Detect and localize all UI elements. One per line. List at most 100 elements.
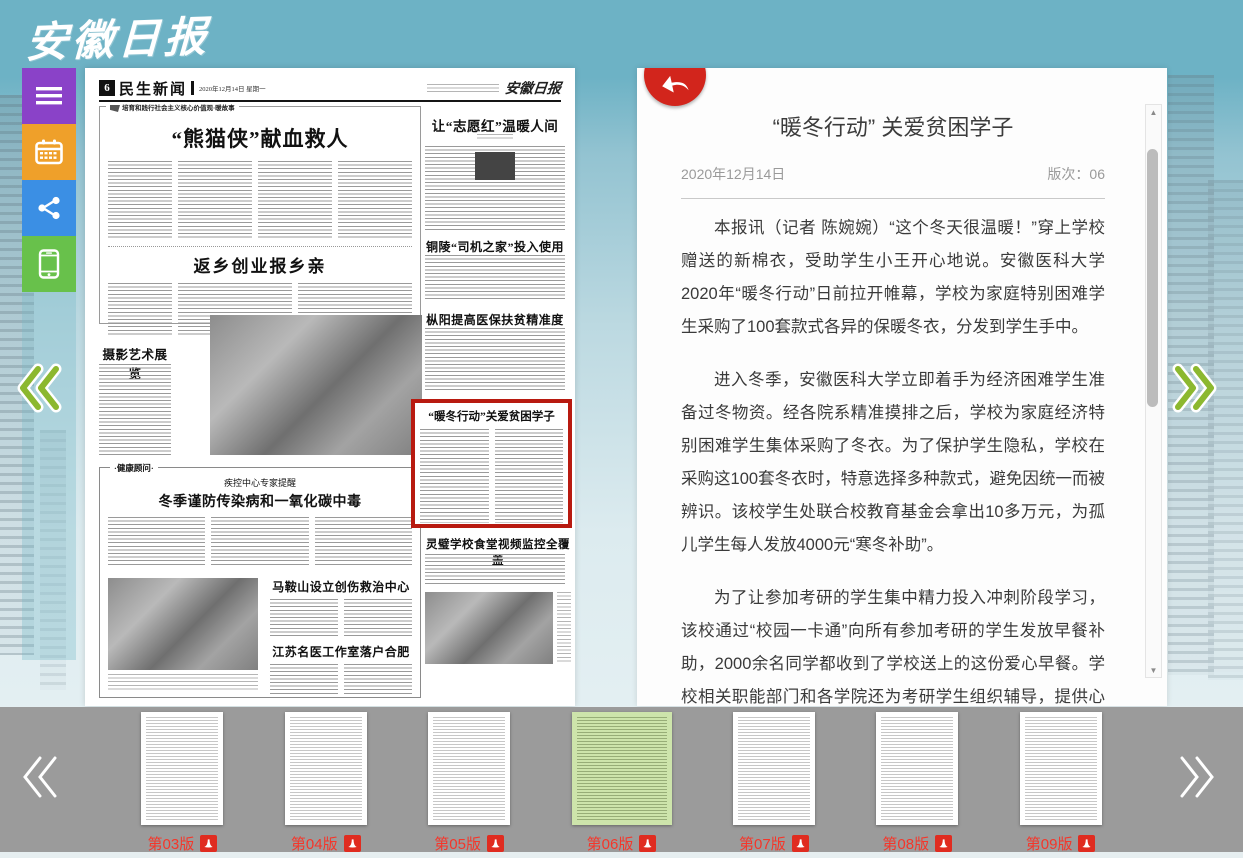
body-text-lines bbox=[420, 429, 489, 523]
double-chevron-right-icon bbox=[1177, 753, 1217, 801]
headline-return-home[interactable]: 返乡创业报乡亲 bbox=[108, 252, 412, 277]
article-panel: “暖冬行动” 关爱贫困学子 2020年12月14日 版次：06 本报讯（记者 陈… bbox=[637, 68, 1167, 706]
body-text-lines bbox=[344, 664, 412, 694]
double-chevron-right-icon bbox=[1170, 362, 1218, 414]
pdf-icon[interactable] bbox=[792, 835, 809, 852]
page-preview[interactable] bbox=[572, 712, 672, 825]
exhibit-photo bbox=[210, 315, 422, 455]
headline-panda-hero[interactable]: “熊猫侠”献血救人 bbox=[108, 123, 412, 153]
calendar-button[interactable] bbox=[22, 124, 76, 180]
photo-caption-lines bbox=[108, 674, 258, 690]
section-title: 民生新闻 bbox=[119, 78, 187, 99]
page-preview[interactable] bbox=[1020, 712, 1102, 825]
next-page-button[interactable] bbox=[1170, 362, 1218, 419]
story-divider bbox=[108, 246, 412, 247]
article-title: “暖冬行动” 关爱贫困学子 bbox=[681, 110, 1105, 142]
body-text-lines bbox=[270, 599, 338, 637]
share-icon bbox=[36, 195, 62, 221]
share-button[interactable] bbox=[22, 180, 76, 236]
headline-volunteer[interactable]: 让“志愿红”温暖人间 bbox=[425, 115, 565, 135]
thumbnail-label[interactable]: 第04版 bbox=[291, 833, 338, 854]
thumbnail-label[interactable]: 第06版 bbox=[587, 833, 634, 854]
thumbnail-page-09[interactable]: 第09版 bbox=[1020, 712, 1102, 854]
thumbnail-label[interactable]: 第05版 bbox=[434, 833, 481, 854]
article-paragraph: 进入冬季，安徽医科大学立即着手为经济困难学生准备过冬物资。经各院系精准摸排之后，… bbox=[681, 364, 1105, 562]
back-button[interactable] bbox=[644, 68, 706, 106]
highlighted-article[interactable]: “暖冬行动”关爱贫困学子 bbox=[411, 399, 572, 528]
page-date: 2020年12月14日 星期一 bbox=[199, 83, 266, 93]
thumbnail-page-07[interactable]: 第07版 bbox=[733, 712, 815, 854]
thumbnail-page-06-active[interactable]: 第06版 bbox=[572, 712, 672, 854]
edition-number: 6 bbox=[99, 80, 115, 96]
scrollbar-thumb[interactable] bbox=[1147, 149, 1158, 407]
previous-page-button[interactable] bbox=[16, 362, 64, 419]
series-banner: 培育和践行社会主义核心价值观·暖故事 bbox=[106, 102, 239, 112]
divider bbox=[191, 81, 194, 95]
thumbnail-page-03[interactable]: 第03版 bbox=[141, 712, 223, 854]
byline-lines bbox=[108, 161, 172, 239]
scroll-down-icon[interactable]: ▼ bbox=[1146, 663, 1161, 677]
phone-icon bbox=[38, 249, 60, 279]
article-paragraph: 为了让参加考研的学生集中精力投入冲刺阶段学习，该校通过“校园一卡通”向所有参加考… bbox=[681, 582, 1105, 706]
body-text-lines bbox=[108, 517, 205, 565]
body-text-lines bbox=[338, 161, 412, 239]
article-edition: 版次：06 bbox=[1047, 164, 1105, 184]
body-text-lines bbox=[425, 328, 565, 390]
health-kicker: 疾控中心专家提醒 bbox=[108, 476, 412, 489]
body-text-lines bbox=[211, 517, 308, 565]
paper-masthead: 安徽日报 bbox=[504, 78, 562, 98]
back-arrow-icon bbox=[658, 68, 693, 100]
article-content: “暖冬行动” 关爱贫困学子 2020年12月14日 版次：06 本报讯（记者 陈… bbox=[681, 102, 1105, 706]
story-box: 培育和践行社会主义核心价值观·暖故事 “熊猫侠”献血救人 返乡创业报乡亲 bbox=[99, 106, 421, 324]
thumbnail-label[interactable]: 第03版 bbox=[148, 833, 195, 854]
scrollbar[interactable]: ▲ ▼ bbox=[1145, 104, 1162, 678]
thumbnail-page-05[interactable]: 第05版 bbox=[428, 712, 510, 854]
page-preview[interactable] bbox=[733, 712, 815, 825]
thumbnail-label[interactable]: 第09版 bbox=[1026, 833, 1073, 854]
body-text-lines bbox=[344, 599, 412, 637]
thumbnail-page-04[interactable]: 第04版 bbox=[285, 712, 367, 854]
page-preview[interactable] bbox=[428, 712, 510, 825]
page-preview[interactable] bbox=[876, 712, 958, 825]
headline-trauma[interactable]: 马鞍山设立创伤救治中心 bbox=[270, 578, 412, 595]
health-label: ·健康顾问· bbox=[110, 462, 158, 474]
backdrop-building bbox=[1208, 180, 1243, 680]
thumbnail-page-08[interactable]: 第08版 bbox=[876, 712, 958, 854]
article-date: 2020年12月14日 bbox=[681, 164, 785, 184]
flag-icon bbox=[110, 105, 120, 112]
headline-medicare[interactable]: 枞阳提高医保扶贫精准度 bbox=[425, 311, 565, 328]
article-meta: 2020年12月14日 版次：06 bbox=[681, 164, 1105, 199]
headline-health[interactable]: 冬季谨防传染病和一氧化碳中毒 bbox=[108, 491, 412, 511]
headline-driver-home[interactable]: 铜陵“司机之家”投入使用 bbox=[425, 238, 565, 255]
toolbar bbox=[22, 68, 76, 292]
double-chevron-left-icon bbox=[16, 362, 64, 414]
pdf-icon[interactable] bbox=[200, 835, 217, 852]
headline-warm-winter[interactable]: “暖冬行动”关爱贫困学子 bbox=[420, 408, 563, 424]
thumbnails-scroll-left-button[interactable] bbox=[20, 753, 60, 806]
pdf-icon[interactable] bbox=[1078, 835, 1095, 852]
body-text-lines bbox=[315, 517, 412, 565]
scroll-up-icon[interactable]: ▲ bbox=[1146, 105, 1161, 119]
body-text-lines bbox=[270, 664, 338, 694]
body-text-lines bbox=[425, 554, 565, 586]
thumbnail-label[interactable]: 第07版 bbox=[739, 833, 786, 854]
pdf-icon[interactable] bbox=[487, 835, 504, 852]
body-text-lines bbox=[99, 364, 171, 456]
pdf-icon[interactable] bbox=[639, 835, 656, 852]
page-preview[interactable] bbox=[285, 712, 367, 825]
pdf-icon[interactable] bbox=[935, 835, 952, 852]
page-preview[interactable] bbox=[141, 712, 223, 825]
thumbnails-scroll-right-button[interactable] bbox=[1177, 753, 1217, 806]
mobile-button[interactable] bbox=[22, 236, 76, 292]
article-paragraph: 本报讯（记者 陈婉婉）“这个冬天很温暖！”穿上学校赠送的新棉衣，受助学生小王开心… bbox=[681, 212, 1105, 344]
newspaper-page[interactable]: 6 民生新闻 2020年12月14日 星期一 安徽日报 培育和践行社会主义核心价… bbox=[85, 68, 575, 706]
thumbnail-list: 第03版 第04版 第05版 第06版 第07版 bbox=[80, 712, 1163, 854]
headline-jiangsu[interactable]: 江苏名医工作室落户合肥 bbox=[270, 643, 412, 660]
calendar-icon bbox=[35, 139, 63, 165]
thumbnail-label[interactable]: 第08版 bbox=[882, 833, 929, 854]
pdf-icon[interactable] bbox=[344, 835, 361, 852]
menu-button[interactable] bbox=[22, 68, 76, 124]
body-text-lines bbox=[495, 429, 564, 523]
column-logo bbox=[475, 152, 515, 180]
health-photo bbox=[108, 578, 258, 670]
